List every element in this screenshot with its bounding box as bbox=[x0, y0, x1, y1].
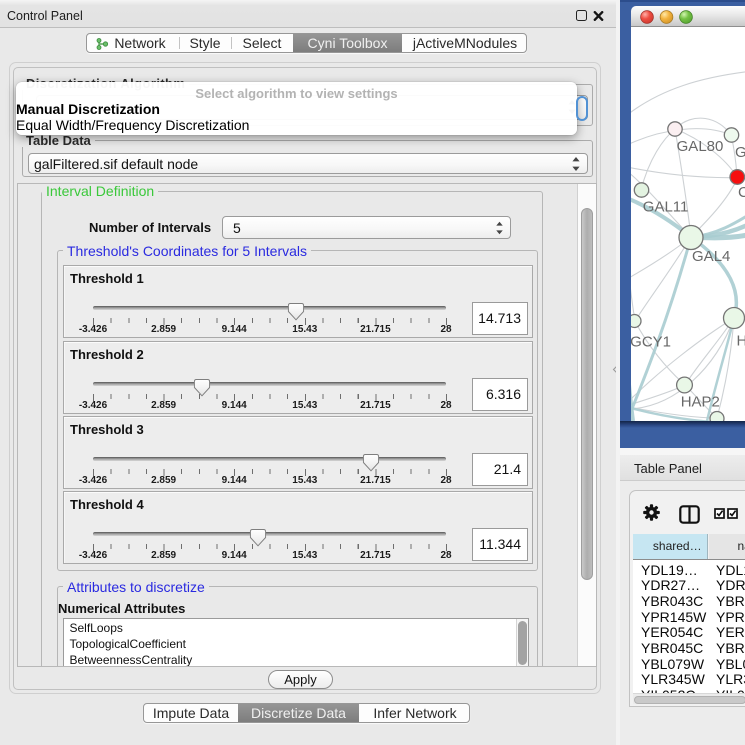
svg-text:H: H bbox=[737, 333, 745, 350]
svg-text:GAL4: GAL4 bbox=[692, 248, 730, 265]
svg-text:GCY1: GCY1 bbox=[631, 334, 671, 351]
svg-text:GAL80: GAL80 bbox=[677, 138, 724, 155]
svg-text:GAL11: GAL11 bbox=[643, 199, 689, 216]
svg-text:C: C bbox=[738, 184, 745, 201]
svg-text:HAP2: HAP2 bbox=[681, 394, 720, 411]
svg-text:G.: G. bbox=[735, 144, 745, 161]
